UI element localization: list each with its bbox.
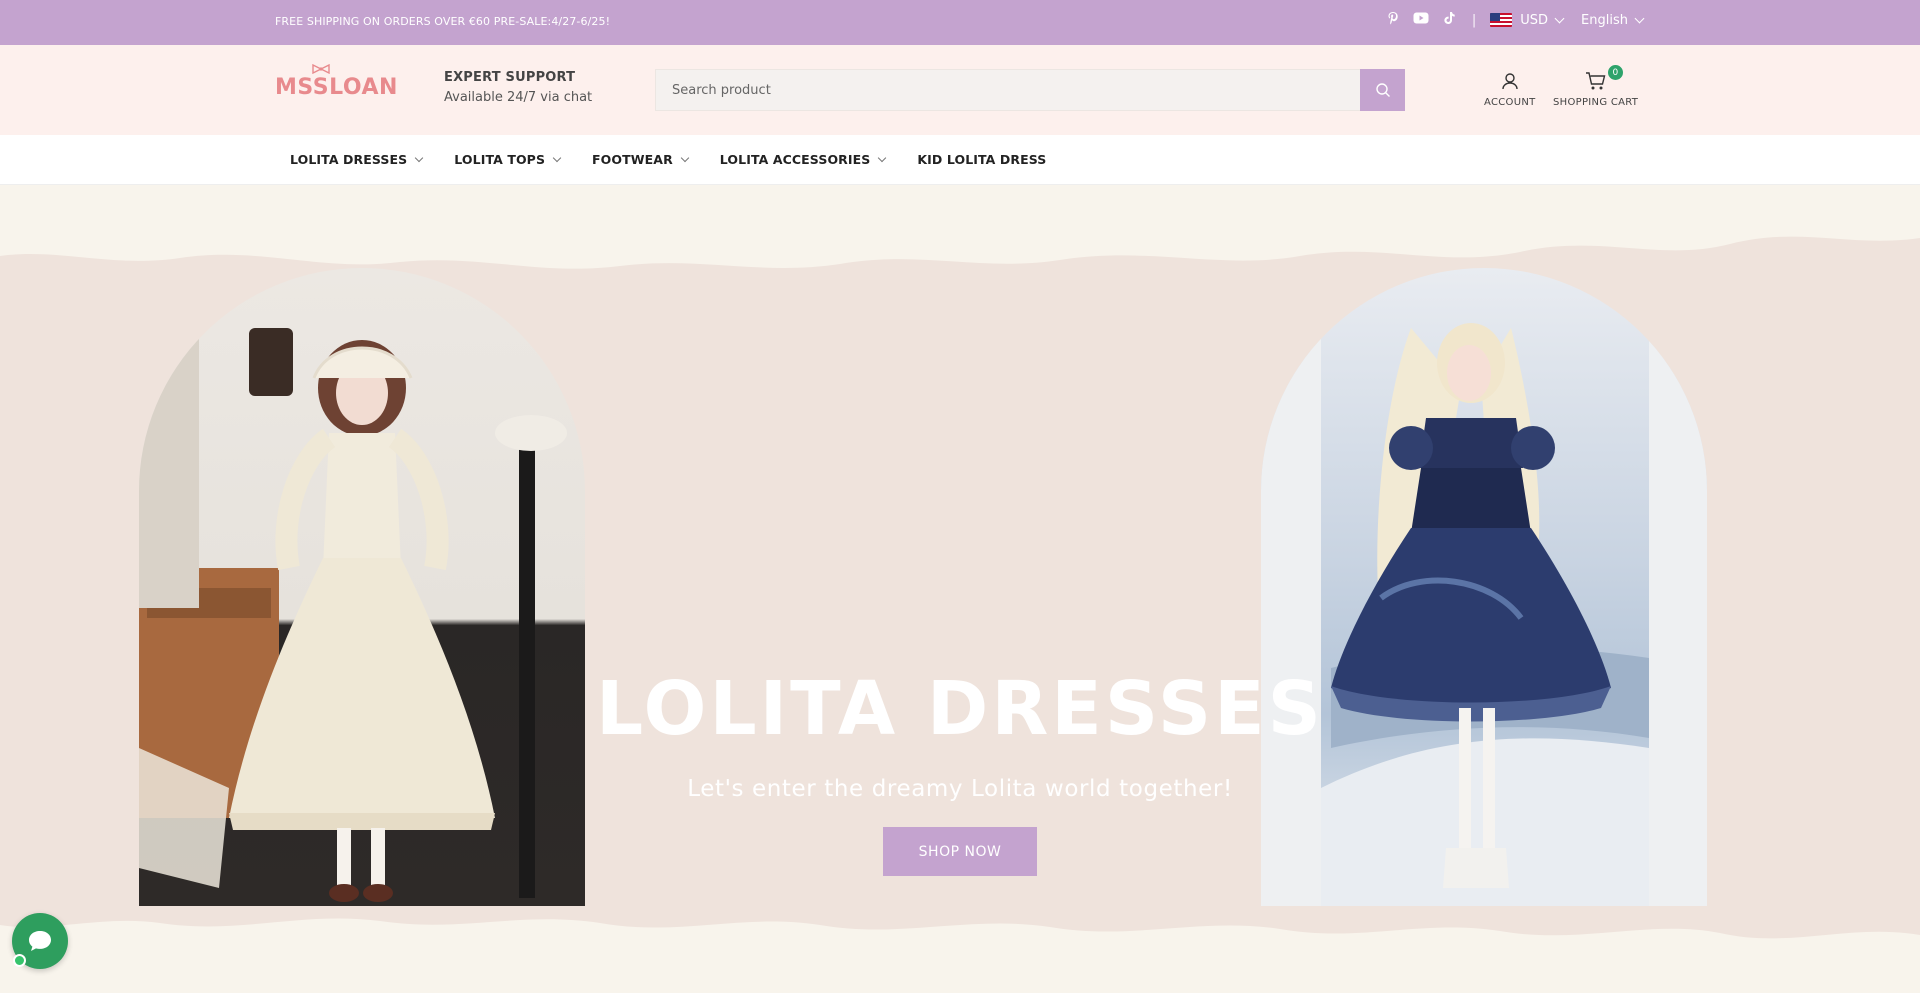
search-input[interactable] <box>656 70 1361 110</box>
nav-item-label: FOOTWEAR <box>592 152 673 167</box>
cream-dress-model-image <box>139 308 567 902</box>
chevron-down-icon <box>552 153 562 162</box>
cart-label: SHOPPING CART <box>1553 97 1639 108</box>
site-logo[interactable]: MSSLOAN <box>275 64 398 100</box>
cart-count-badge: 0 <box>1608 65 1623 80</box>
cart-link[interactable]: 0 SHOPPING CART <box>1553 65 1639 108</box>
navy-dress-model-image <box>1261 268 1707 906</box>
nav-item-lolita-dresses[interactable]: LOLITA DRESSES <box>290 152 424 167</box>
topbar-right: | USD English <box>1387 11 1645 29</box>
nav-item-label: LOLITA ACCESSORIES <box>719 152 871 167</box>
nav-item-kid-lolita-dress[interactable]: KID LOLITA DRESS <box>917 152 1046 167</box>
hero-title: LOLITA DRESSES <box>596 666 1324 752</box>
search-bar <box>655 69 1405 111</box>
site-header: MSSLOAN EXPERT SUPPORT Available 24/7 vi… <box>0 45 1920 135</box>
chevron-down-icon <box>878 153 887 162</box>
language-selector[interactable]: English <box>1581 12 1645 28</box>
chevron-down-icon <box>680 153 690 162</box>
hero-image-left[interactable] <box>139 268 585 906</box>
pinterest-icon[interactable] <box>1387 11 1399 29</box>
tiktok-icon[interactable] <box>1443 11 1456 29</box>
torn-paper-bottom <box>0 918 1920 993</box>
topbar-separator: | <box>1471 12 1477 28</box>
expert-support: EXPERT SUPPORT Available 24/7 via chat <box>444 70 592 105</box>
language-label: English <box>1581 12 1628 28</box>
chevron-down-icon <box>1634 13 1645 23</box>
main-nav: LOLITA DRESSES LOLITA TOPS FOOTWEAR LOLI… <box>0 135 1920 185</box>
chevron-down-icon <box>415 153 424 162</box>
nav-item-footwear[interactable]: FOOTWEAR <box>592 152 690 167</box>
account-label: ACCOUNT <box>1484 97 1536 108</box>
chevron-down-icon <box>1554 13 1565 23</box>
shop-now-button[interactable]: SHOP NOW <box>883 827 1037 876</box>
nav-item-label: LOLITA TOPS <box>454 152 546 167</box>
nav-item-lolita-tops[interactable]: LOLITA TOPS <box>454 152 562 167</box>
account-link[interactable]: ACCOUNT <box>1484 71 1536 108</box>
search-button[interactable] <box>1360 69 1405 111</box>
cart-icon <box>1585 72 1606 90</box>
nav-item-lolita-accessories[interactable]: LOLITA ACCESSORIES <box>719 152 887 167</box>
user-icon <box>1502 73 1518 90</box>
nav-list: LOLITA DRESSES LOLITA TOPS FOOTWEAR LOLI… <box>290 152 1078 167</box>
nav-item-label: KID LOLITA DRESS <box>917 152 1047 167</box>
bow-icon <box>312 64 330 74</box>
support-title: EXPERT SUPPORT <box>444 70 576 85</box>
logo-text: MSSLOAN <box>275 75 398 100</box>
us-flag-icon <box>1490 13 1513 27</box>
youtube-icon[interactable] <box>1413 12 1429 28</box>
currency-selector[interactable]: USD <box>1490 12 1565 28</box>
currency-label: USD <box>1520 12 1549 28</box>
chat-bubble-icon <box>29 931 51 951</box>
hero-image-right[interactable] <box>1261 268 1707 906</box>
announcement-bar: FREE SHIPPING ON ORDERS OVER €60 PRE-SAL… <box>0 0 1920 45</box>
hero-subtitle: Let's enter the dreamy Lolita world toge… <box>687 776 1233 802</box>
promo-text: FREE SHIPPING ON ORDERS OVER €60 PRE-SAL… <box>275 15 611 28</box>
support-subtitle: Available 24/7 via chat <box>444 90 593 105</box>
hero-banner: LOLITA DRESSES Let's enter the dreamy Lo… <box>0 186 1920 993</box>
online-status-dot <box>13 954 26 967</box>
search-icon <box>1375 83 1390 97</box>
social-links <box>1387 11 1456 29</box>
nav-item-label: LOLITA DRESSES <box>290 152 408 167</box>
